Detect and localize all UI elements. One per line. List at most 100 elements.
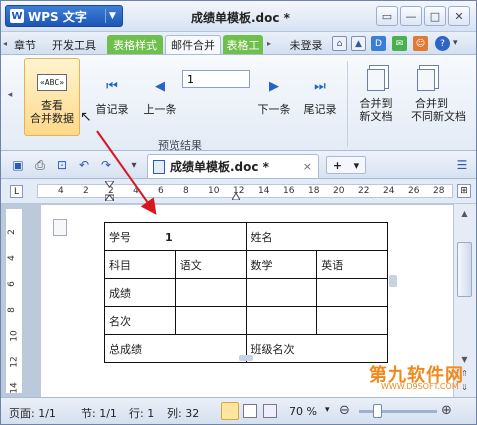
docer-icon[interactable]: D <box>371 36 386 51</box>
table-cell[interactable]: 名次 <box>104 306 176 335</box>
minimize-button[interactable]: — <box>400 6 422 26</box>
table-cell[interactable] <box>316 278 388 307</box>
status-row: 行: 1 <box>129 407 155 420</box>
last-record-label: 尾记录 <box>303 103 337 116</box>
tab-developer[interactable]: 开发工具 <box>45 35 103 54</box>
first-record-label: 首记录 <box>95 103 129 116</box>
page-view-icon[interactable] <box>221 402 239 420</box>
table-cell[interactable]: 总成绩 <box>104 334 247 363</box>
table-cell[interactable]: 科目 <box>104 250 176 279</box>
first-record-button[interactable]: ⏮ 首记录 <box>89 73 135 117</box>
table-row-add-handle[interactable] <box>239 355 253 361</box>
table-cell[interactable]: 学号 1 <box>104 222 247 251</box>
chevron-down-icon[interactable]: ▼ <box>105 9 119 23</box>
ruler-mark: 28 <box>433 186 445 196</box>
zoom-level[interactable]: 70 % <box>289 405 317 418</box>
table-row: 科目 语文 数学 英语 <box>104 250 388 279</box>
plus-icon: + <box>332 158 343 172</box>
ribbon-separator <box>347 61 348 147</box>
menu-tab-bar: ◂ 章节 开发工具 表格样式 邮件合并 表格工 ▸ 未登录 ⌂ ▲ D ✉ ☺ … <box>1 32 476 55</box>
login-status[interactable]: 未登录 <box>283 35 329 54</box>
tab-scroll-left-icon[interactable]: ◂ <box>3 39 7 48</box>
ruler-mark: 26 <box>408 186 420 196</box>
vertical-ruler-mark: 8 <box>6 307 17 313</box>
scroll-thumb[interactable] <box>457 242 472 297</box>
view-merge-data-group[interactable]: «ABC» 查看 合并数据 <box>24 69 80 125</box>
collapse-ribbon-icon[interactable]: ▲ <box>351 36 366 51</box>
tab-scroll-right-icon[interactable]: ▸ <box>267 39 271 48</box>
indent-marker-icon[interactable] <box>104 180 115 202</box>
prev-record-button[interactable]: ◀ 上一条 <box>137 73 183 117</box>
merge-new-label-2: 新文档 <box>359 110 393 123</box>
quick-toolbar: ▣ ⎙ ⊡ ↶ ↷ ▾ 成绩单模板.doc * × + ▾ ☰ <box>1 151 476 179</box>
tab-stop-selector[interactable]: L <box>10 185 23 198</box>
ruler-mark: 6 <box>158 186 164 196</box>
table-resize-handle[interactable] <box>389 275 397 287</box>
ruler-mark: 8 <box>183 186 189 196</box>
table-cell[interactable] <box>245 278 318 307</box>
zoom-out-icon[interactable]: ⊖ <box>339 403 350 418</box>
table-cell[interactable] <box>245 306 318 335</box>
zoom-dropdown-icon[interactable]: ▾ <box>325 405 330 415</box>
right-indent-marker-icon[interactable] <box>231 190 241 201</box>
next-record-button[interactable]: ▶ 下一条 <box>251 73 297 117</box>
next-record-icon: ▶ <box>269 78 279 94</box>
table-cell[interactable]: 姓名 <box>245 222 389 251</box>
tab-chapter[interactable]: 章节 <box>10 35 40 54</box>
tab-table-tools[interactable]: 表格工 <box>223 35 263 54</box>
table-cell[interactable]: 成绩 <box>104 278 176 307</box>
ribbon-scroll-left-icon[interactable]: ◂ <box>4 75 16 115</box>
redo-icon[interactable]: ↷ <box>97 156 115 174</box>
tab-mail-merge[interactable]: 邮件合并 <box>165 35 221 54</box>
table-cell[interactable] <box>174 306 247 335</box>
table-cell[interactable]: 数学 <box>245 250 318 279</box>
tab-table-style[interactable]: 表格样式 <box>107 35 163 54</box>
close-tab-icon[interactable]: × <box>303 160 312 173</box>
record-number-input[interactable] <box>182 70 250 88</box>
outline-view-icon[interactable] <box>243 404 257 418</box>
user-icon[interactable]: ☺ <box>413 36 428 51</box>
zoom-slider-thumb[interactable] <box>373 404 382 418</box>
new-tab-button[interactable]: + ▾ <box>326 156 366 174</box>
save-icon[interactable]: ▣ <box>9 156 27 174</box>
document-tab[interactable]: 成绩单模板.doc * × <box>147 154 319 178</box>
last-record-button[interactable]: ⏭ 尾记录 <box>297 73 343 117</box>
close-button[interactable]: ✕ <box>448 6 470 26</box>
maximize-button[interactable]: □ <box>424 6 446 26</box>
print-preview-icon[interactable]: ⊡ <box>53 156 71 174</box>
vertical-ruler-mark: 12 <box>9 356 20 368</box>
ruler-toggle-icon[interactable]: ⊞ <box>457 184 471 198</box>
wps-app-menu-button[interactable]: W WPS 文字 ▼ <box>5 5 123 27</box>
grade-table[interactable]: 学号 1 姓名 科目 语文 数学 英语 成绩 名次 总成绩 班级名次 <box>104 222 389 363</box>
skin-icon[interactable]: ⌂ <box>332 36 347 51</box>
toolbar-dropdown-icon[interactable]: ▾ <box>125 156 143 174</box>
table-cell[interactable] <box>174 278 247 307</box>
gift-icon[interactable]: ✉ <box>392 36 407 51</box>
help-icon[interactable]: ? <box>435 36 450 51</box>
help-dropdown-icon[interactable]: ▾ <box>453 38 458 48</box>
page-document-icon <box>53 219 67 236</box>
merge-diff-label-2: 不同新文档 <box>411 110 466 123</box>
table-cell[interactable]: 语文 <box>174 250 247 279</box>
undo-icon[interactable]: ↶ <box>75 156 93 174</box>
merge-to-different-docs-button[interactable]: 合并到 不同新文档 <box>403 67 475 123</box>
restore-window-icon[interactable]: ▭ <box>376 6 398 26</box>
tab-list-icon[interactable]: ☰ <box>453 156 471 174</box>
table-row: 学号 1 姓名 <box>104 222 389 251</box>
merge-diff-label-1: 合并到 <box>415 97 448 110</box>
table-cell[interactable]: 英语 <box>316 250 388 279</box>
zoom-in-icon[interactable]: ⊕ <box>441 403 452 418</box>
watermark-url: WWW.D9SOFT.COM <box>381 382 459 391</box>
ruler-mark: 22 <box>358 186 370 196</box>
scroll-up-icon[interactable]: ▲ <box>457 206 472 220</box>
table-cell[interactable]: 班级名次 <box>245 334 389 363</box>
zoom-slider-track[interactable] <box>359 410 437 413</box>
table-cell[interactable] <box>316 306 388 335</box>
ruler-mark: 4 <box>133 186 139 196</box>
web-view-icon[interactable] <box>263 404 277 418</box>
ruler-mark: 16 <box>283 186 295 196</box>
print-icon[interactable]: ⎙ <box>31 156 49 174</box>
merge-to-new-doc-button[interactable]: 合并到 新文档 <box>351 67 401 123</box>
vertical-ruler-mark: 2 <box>6 229 17 235</box>
abc-field-icon: «ABC» <box>36 69 68 95</box>
